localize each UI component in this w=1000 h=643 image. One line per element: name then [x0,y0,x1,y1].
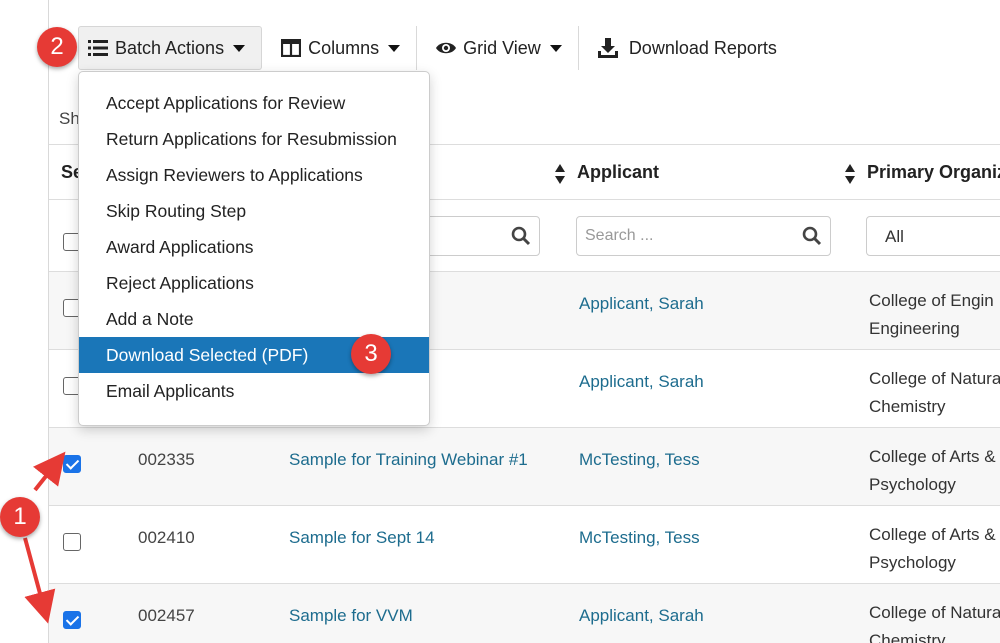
sort-icon[interactable] [844,163,856,185]
organization-college: College of Natura [869,369,1000,388]
applicant-link[interactable]: Applicant, Sarah [579,372,704,392]
columns-icon [280,37,302,59]
grid-view-label: Grid View [463,37,541,58]
download-icon [597,37,619,59]
organization-department: Psychology [869,475,956,494]
showing-entries-text: Sh [59,109,80,128]
callout-badge-3: 3 [351,334,391,374]
application-id: 002410 [138,528,195,547]
application-id: 002457 [138,606,195,625]
row-checkbox[interactable] [63,533,81,551]
download-reports-label: Download Reports [628,37,777,58]
applicant-link[interactable]: Applicant, Sarah [579,294,704,314]
table-row: 002457 Sample for VVM Applicant, Sarah C… [49,584,1000,643]
organization-college: College of Engin [869,291,994,310]
menu-item-reject-applications[interactable]: Reject Applications [79,265,429,301]
search-icon [802,226,822,246]
organization-cell: College of Natura Chemistry [869,599,1000,643]
chevron-down-icon [549,44,562,52]
menu-item-email-applicants[interactable]: Email Applicants [79,373,429,409]
applicant-search-input[interactable]: Search ... [576,216,831,256]
header-primary-organization[interactable]: Primary Organiz [867,162,1000,183]
columns-label: Columns [308,37,380,58]
organization-department: Engineering [869,319,960,338]
callout-badge-1: 1 [0,497,40,537]
organization-department: Chemistry [869,631,946,643]
row-checkbox[interactable] [63,611,81,629]
organization-department: Chemistry [869,397,946,416]
batch-actions-label: Batch Actions [115,37,225,58]
table-row: 002410 Sample for Sept 14 McTesting, Tes… [49,506,1000,584]
table-row: 002335 Sample for Training Webinar #1 Mc… [49,428,1000,506]
application-id: 002335 [138,450,195,469]
menu-item-skip-routing-step[interactable]: Skip Routing Step [79,193,429,229]
batch-actions-button[interactable]: Batch Actions [78,26,263,70]
chevron-down-icon [233,44,246,52]
applicant-link[interactable]: Applicant, Sarah [579,606,704,626]
organization-cell: College of Natura Chemistry [869,365,1000,421]
organization-college: College of Arts & [869,447,996,466]
applicant-search-placeholder: Search ... [585,227,654,244]
grid-view-button[interactable]: Grid View [417,26,578,70]
applicant-link[interactable]: McTesting, Tess [579,528,700,548]
download-reports-button[interactable]: Download Reports [579,26,793,70]
organization-college: College of Arts & [869,525,996,544]
menu-item-add-note[interactable]: Add a Note [79,301,429,337]
menu-item-assign-reviewers[interactable]: Assign Reviewers to Applications [79,157,429,193]
search-icon [511,226,531,246]
organization-department: Psychology [869,553,956,572]
columns-button[interactable]: Columns [272,26,416,70]
chevron-down-icon [388,44,401,52]
organization-college: College of Natura [869,603,1000,622]
menu-item-award-applications[interactable]: Award Applications [79,229,429,265]
header-applicant[interactable]: Applicant [577,162,659,183]
application-title-link[interactable]: Sample for VVM [289,606,413,626]
application-title-link[interactable]: Sample for Sept 14 [289,528,435,548]
eye-icon [435,37,457,59]
list-icon [87,37,109,59]
applicant-link[interactable]: McTesting, Tess [579,450,700,470]
application-title-link[interactable]: Sample for Training Webinar #1 [289,450,528,470]
callout-badge-2: 2 [37,27,77,67]
organization-cell: College of Arts & Psychology [869,443,996,499]
sort-icon[interactable] [554,163,566,185]
organization-cell: College of Arts & Psychology [869,521,996,577]
menu-item-return-for-resubmission[interactable]: Return Applications for Resubmission [79,121,429,157]
menu-item-accept-for-review[interactable]: Accept Applications for Review [79,85,429,121]
toolbar: Batch Actions Columns Grid View Download… [78,26,793,70]
row-checkbox[interactable] [63,455,81,473]
organization-filter-select[interactable]: All [866,216,1000,256]
organization-cell: College of Engin Engineering [869,287,994,343]
